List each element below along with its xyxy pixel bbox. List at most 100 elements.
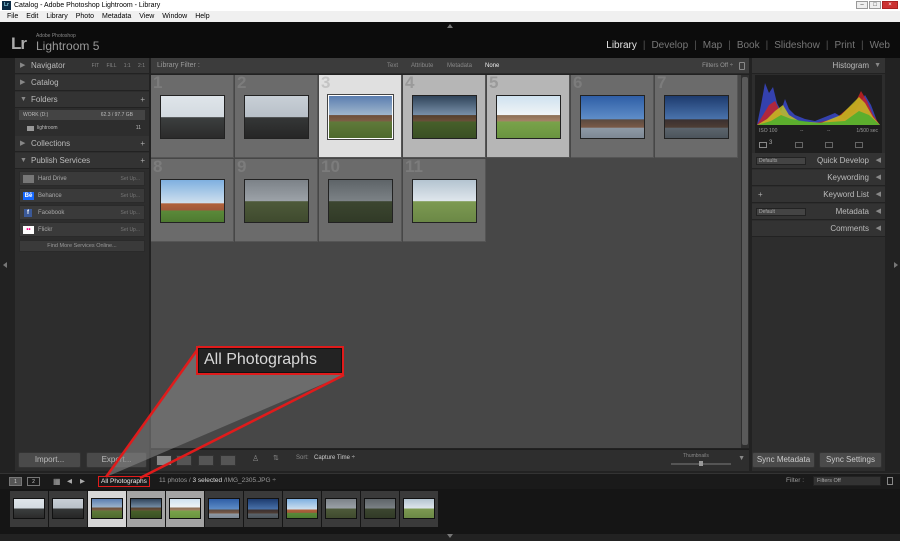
add-service-icon[interactable]: +: [140, 153, 145, 169]
photo-thumbnail[interactable]: [580, 95, 645, 139]
zoom-fit[interactable]: FIT: [92, 63, 99, 69]
filmstrip-thumbnail[interactable]: [169, 498, 201, 519]
menu-view[interactable]: View: [135, 11, 158, 22]
filmstrip-toggle-icon[interactable]: [447, 534, 453, 538]
volume-row[interactable]: WORK (D:) 62.3 / 97.7 GB: [19, 110, 145, 120]
module-slideshow[interactable]: Slideshow: [772, 40, 822, 51]
left-panel-toggle-icon[interactable]: [3, 262, 7, 268]
sync-settings-button[interactable]: Sync Settings: [819, 452, 882, 468]
zoom-fill[interactable]: FILL: [106, 63, 116, 69]
metadata-preset[interactable]: Default: [756, 208, 806, 216]
grid-cell[interactable]: 8: [151, 159, 234, 242]
navigator-header[interactable]: ▶ Navigator FIT FILL 1:1 2:1: [15, 58, 149, 74]
filmstrip-thumbnail[interactable]: [13, 498, 45, 519]
menu-photo[interactable]: Photo: [72, 11, 98, 22]
scrollbar-thumb[interactable]: [742, 77, 748, 445]
photo-thumbnail[interactable]: [496, 95, 561, 139]
slider-knob[interactable]: [699, 461, 703, 466]
setup-link[interactable]: Set Up...: [121, 223, 140, 237]
compare-view-icon[interactable]: [198, 455, 214, 466]
redeye-tool-icon[interactable]: [855, 142, 863, 148]
module-library[interactable]: Library: [604, 40, 639, 51]
filmstrip-cell[interactable]: [322, 491, 360, 527]
grid-cell[interactable]: 4: [403, 75, 486, 158]
grid-cell[interactable]: 7: [655, 75, 738, 158]
metadata-header[interactable]: Default Metadata ◀: [752, 204, 885, 220]
filmstrip-cell[interactable]: [127, 491, 165, 527]
grid-cell[interactable]: 1: [151, 75, 234, 158]
filmstrip-cell[interactable]: [49, 491, 87, 527]
filmstrip-thumbnail[interactable]: [52, 498, 84, 519]
filter-none[interactable]: None: [485, 58, 499, 74]
main-window-button[interactable]: 1: [9, 477, 22, 486]
service-facebook[interactable]: f Facebook Set Up...: [19, 205, 145, 220]
survey-view-icon[interactable]: [220, 455, 236, 466]
filename-dropdown[interactable]: /IMG_2305.JPG ÷: [224, 477, 276, 484]
photo-thumbnail[interactable]: [412, 95, 477, 139]
sync-metadata-button[interactable]: Sync Metadata: [752, 452, 815, 468]
filmstrip-thumbnail[interactable]: [364, 498, 396, 519]
grid-scrollbar[interactable]: [741, 75, 749, 448]
sort-direction-icon[interactable]: ⇅: [273, 454, 279, 462]
source-all-photographs[interactable]: All Photographs: [98, 476, 150, 487]
import-button[interactable]: Import...: [18, 452, 81, 468]
filmstrip-thumbnail[interactable]: [286, 498, 318, 519]
filmstrip-filter-dropdown[interactable]: Filters Off: [813, 476, 881, 486]
filmstrip-cell[interactable]: [10, 491, 48, 527]
straighten-tool-icon[interactable]: [795, 142, 803, 148]
filter-attribute[interactable]: Attribute: [411, 58, 433, 74]
filmstrip-cell[interactable]: [244, 491, 282, 527]
module-print[interactable]: Print: [832, 40, 857, 51]
painter-icon[interactable]: ♙: [252, 454, 259, 463]
maximize-button[interactable]: □: [869, 1, 881, 9]
grid-cell[interactable]: 5: [487, 75, 570, 158]
module-book[interactable]: Book: [735, 40, 762, 51]
right-panel-toggle-icon[interactable]: [894, 262, 898, 268]
grid-cell[interactable]: 11: [403, 159, 486, 242]
filmstrip-thumbnail[interactable]: [208, 498, 240, 519]
grid-cell[interactable]: 6: [571, 75, 654, 158]
grid-cell[interactable]: 10: [319, 159, 402, 242]
filmstrip-thumbnail[interactable]: [247, 498, 279, 519]
filmstrip-thumbnail[interactable]: [325, 498, 357, 519]
filmstrip-cell[interactable]: [205, 491, 243, 527]
top-panel-toggle-icon[interactable]: [447, 24, 453, 28]
quick-develop-header[interactable]: Defaults Quick Develop ◀: [752, 153, 885, 169]
zoom-2-1[interactable]: 2:1: [138, 63, 145, 69]
filmstrip-thumbnail[interactable]: [130, 498, 162, 519]
filmstrip-cell[interactable]: [400, 491, 438, 527]
grid-cell[interactable]: 9: [235, 159, 318, 242]
loupe-view-icon[interactable]: [176, 455, 192, 466]
photo-thumbnail[interactable]: [327, 94, 394, 140]
back-arrow-icon[interactable]: ◀: [67, 474, 72, 489]
filmstrip-cell[interactable]: [166, 491, 204, 527]
module-develop[interactable]: Develop: [649, 40, 690, 51]
module-map[interactable]: Map: [701, 40, 724, 51]
keyword-list-header[interactable]: + Keyword List ◀: [752, 187, 885, 203]
setup-link[interactable]: Set Up...: [121, 172, 140, 186]
grid-cell[interactable]: 3: [319, 75, 402, 158]
photo-thumbnail[interactable]: [160, 179, 225, 223]
crop-tool-icon[interactable]: [759, 142, 767, 148]
catalog-header[interactable]: ▶ Catalog: [15, 75, 149, 91]
second-window-button[interactable]: 2: [27, 477, 40, 486]
menu-edit[interactable]: Edit: [22, 11, 42, 22]
quick-develop-preset[interactable]: Defaults: [756, 157, 806, 165]
export-button[interactable]: Export...: [86, 452, 147, 468]
forward-arrow-icon[interactable]: ▶: [80, 474, 85, 489]
setup-link[interactable]: Set Up...: [121, 189, 140, 203]
add-collection-icon[interactable]: +: [140, 136, 145, 152]
grid-cell[interactable]: 2: [235, 75, 318, 158]
publish-services-header[interactable]: ▼ Publish Services +: [15, 153, 149, 169]
filmstrip-cell[interactable]: [88, 491, 126, 527]
collections-header[interactable]: ▶ Collections +: [15, 136, 149, 152]
histogram-header[interactable]: Histogram ▼: [752, 58, 885, 74]
module-web[interactable]: Web: [868, 40, 892, 51]
setup-link[interactable]: Set Up...: [121, 206, 140, 220]
menu-window[interactable]: Window: [158, 11, 191, 22]
filmstrip-lock-icon[interactable]: [887, 477, 893, 485]
photo-thumbnail[interactable]: [244, 179, 309, 223]
toolbar-menu-icon[interactable]: ▼: [738, 455, 745, 462]
add-folder-icon[interactable]: +: [140, 92, 145, 108]
filmstrip-cell[interactable]: [361, 491, 399, 527]
